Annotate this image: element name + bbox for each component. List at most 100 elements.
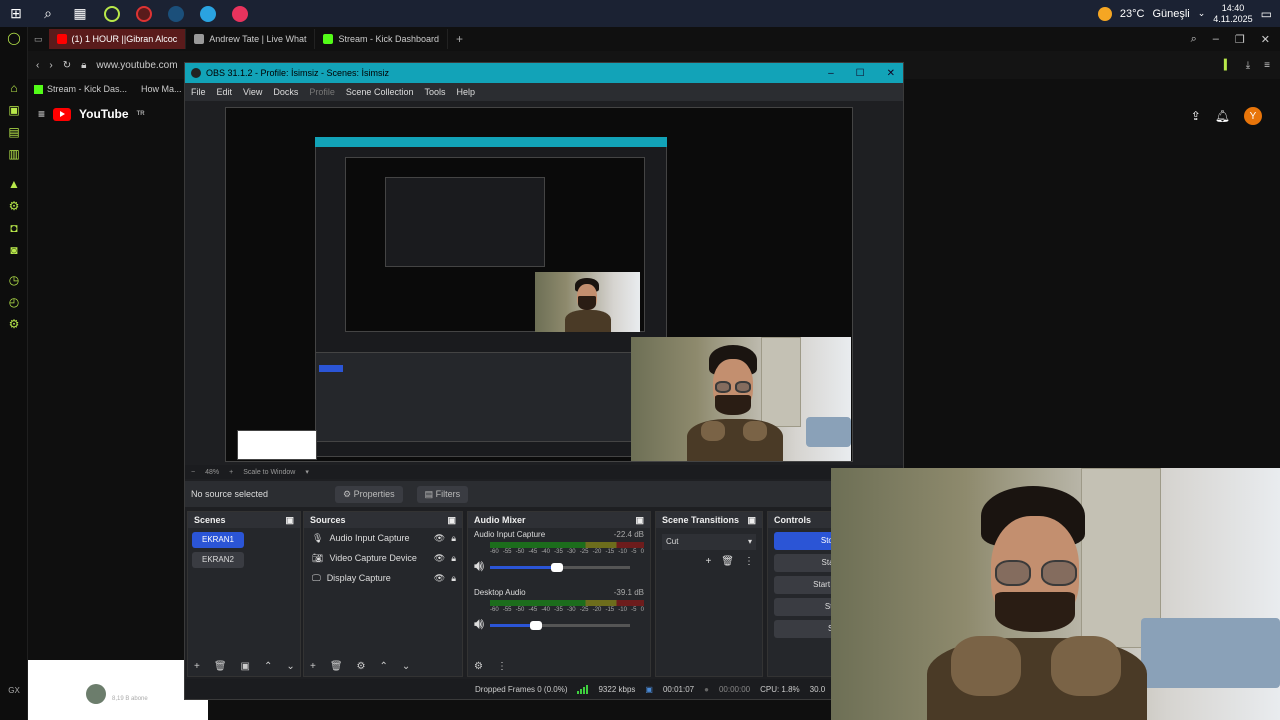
move-up-icon[interactable]: ⌃ — [380, 661, 388, 672]
bookmark-kick[interactable]: Stream - Kick Das... — [34, 84, 127, 94]
clock-icon[interactable]: ◴ — [0, 291, 28, 313]
notification-icon[interactable]: ▭ — [1261, 7, 1272, 21]
gear-icon[interactable]: ⚙ — [357, 661, 366, 672]
obs-taskbar-icon[interactable] — [128, 0, 160, 27]
source-video-capture[interactable]: 📷︎ Video Capture Device 👁︎ 🔒︎ — [304, 548, 462, 568]
gx-lightning-icon[interactable]: ▍ — [1224, 60, 1232, 71]
obs-titlebar[interactable]: OBS 31.1.2 - Profile: İsimsiz - Scenes: … — [185, 63, 903, 83]
eye-icon[interactable]: 👁︎ — [434, 553, 445, 564]
menu-tools[interactable]: Tools — [424, 87, 445, 97]
forward-icon[interactable]: › — [49, 60, 52, 71]
gx-control-icon[interactable]: ▤ — [0, 121, 28, 143]
history-icon[interactable]: ◷ — [0, 269, 28, 291]
transition-select[interactable]: Cut ▾ — [662, 534, 756, 550]
twitch-sidebar-icon[interactable]: ◙ — [0, 239, 28, 261]
opera-logo-icon[interactable]: ◯ — [0, 27, 28, 49]
tab-kick-dashboard[interactable]: Stream - Kick Dashboard — [315, 29, 449, 49]
minimize-icon[interactable]: – — [828, 68, 834, 79]
close-icon[interactable]: ✕ — [1261, 33, 1270, 46]
reload-icon[interactable]: ↻ — [63, 60, 71, 71]
download-icon[interactable]: ⤓ — [1246, 60, 1250, 71]
home-icon[interactable]: ⌂ — [0, 77, 28, 99]
speaker-icon[interactable]: 🔊︎ — [474, 558, 484, 576]
filters-button[interactable]: ▤ Filters — [416, 485, 469, 503]
menu-help[interactable]: Help — [456, 87, 475, 97]
workspaces-icon[interactable]: ▭ — [28, 34, 49, 45]
scene-ekran1[interactable]: EKRAN1 — [192, 532, 244, 548]
minimize-icon[interactable]: – — [1213, 33, 1219, 46]
volume-slider[interactable] — [490, 562, 631, 572]
youtube-logo-icon[interactable] — [53, 107, 72, 121]
menu-docks[interactable]: Docks — [273, 87, 298, 97]
undock-icon[interactable]: ▣ — [747, 515, 756, 525]
tab-andrew-tate[interactable]: Andrew Tate | Live What — [186, 29, 316, 49]
move-up-icon[interactable]: ⌃ — [264, 661, 272, 672]
video-title[interactable]: 1 HOUR ||Gibran Alco — [86, 666, 199, 678]
tab-youtube[interactable]: (1) 1 HOUR ||Gibran Alcoc — [48, 29, 187, 49]
undock-icon[interactable]: ▣ — [285, 515, 294, 525]
add-icon[interactable]: + — [194, 661, 200, 672]
move-down-icon[interactable]: ⌄ — [286, 661, 294, 672]
channel-name[interactable]: Dreamland — [112, 686, 156, 696]
discord-icon[interactable]: ◘ — [0, 217, 28, 239]
lock-icon[interactable]: 🔒︎ — [451, 573, 456, 584]
restore-icon[interactable]: ❐ — [1235, 33, 1245, 46]
opera-gx-taskbar-icon[interactable] — [96, 0, 128, 27]
bell-icon[interactable]: 🔔︎ — [1215, 109, 1230, 123]
player-icon[interactable]: ▲ — [0, 173, 28, 195]
bookmark-how-ma[interactable]: How Ma... — [141, 84, 182, 94]
chevron-up-icon[interactable]: ⌄ — [1198, 8, 1206, 19]
filter-icon[interactable]: ▣ — [241, 661, 250, 672]
volume-slider[interactable] — [490, 620, 631, 630]
windows-start-icon[interactable]: ⊞ — [0, 0, 32, 27]
task-view-icon[interactable]: ▦ — [64, 0, 96, 27]
trash-icon[interactable]: 🗑︎ — [214, 661, 227, 672]
add-icon[interactable]: + — [310, 661, 316, 672]
gear-icon[interactable]: ⚙ — [0, 313, 28, 335]
scale-mode[interactable]: Scale to Window — [243, 469, 295, 476]
properties-button[interactable]: ⚙ Properties — [335, 485, 403, 503]
menu-icon[interactable]: ≡ — [1264, 60, 1270, 71]
source-audio-input[interactable]: 🎙︎ Audio Input Capture 👁︎ 🔒︎ — [304, 528, 462, 548]
telegram-icon[interactable] — [192, 0, 224, 27]
menu-profile[interactable]: Profile — [309, 87, 335, 97]
gx-corner-icon[interactable]: ▣ — [0, 99, 28, 121]
search-tabs-icon[interactable]: ⌕ — [1191, 33, 1197, 46]
maximize-icon[interactable]: ☐ — [856, 68, 865, 79]
trash-icon[interactable]: 🗑︎ — [721, 556, 734, 567]
search-icon[interactable]: ⌕ — [32, 0, 64, 27]
avatar[interactable]: Y — [1244, 107, 1262, 125]
new-tab-button[interactable]: + — [448, 32, 471, 46]
move-down-icon[interactable]: ⌄ — [402, 661, 410, 672]
source-display-capture[interactable]: 🖵︎ Display Capture 👁︎ 🔒︎ — [304, 568, 462, 588]
twitch-icon[interactable]: ▥ — [0, 143, 28, 165]
obs-preview-canvas[interactable] — [225, 107, 853, 462]
eye-icon[interactable]: 👁︎ — [434, 573, 445, 584]
back-icon[interactable]: ‹ — [36, 60, 39, 71]
kebab-menu-icon[interactable]: ⋮ — [744, 556, 754, 567]
chevron-down-icon[interactable]: ▾ — [305, 468, 309, 476]
steam-icon[interactable] — [160, 0, 192, 27]
weather-temp[interactable]: 23°C — [1120, 8, 1145, 20]
settings-icon[interactable]: ⚙ — [0, 195, 28, 217]
menu-view[interactable]: View — [243, 87, 262, 97]
url-field[interactable]: www.youtube.com — [96, 60, 177, 71]
menu-file[interactable]: File — [191, 87, 206, 97]
channel-avatar[interactable] — [86, 684, 106, 704]
clock[interactable]: 14:40 4.11.2025 — [1213, 3, 1252, 25]
add-icon[interactable]: + — [705, 556, 711, 567]
hamburger-menu-icon[interactable]: ≡ — [38, 107, 45, 121]
scene-ekran2[interactable]: EKRAN2 — [192, 552, 244, 568]
undock-icon[interactable]: ▣ — [447, 515, 456, 525]
media-player-icon[interactable] — [224, 0, 256, 27]
trash-icon[interactable]: 🗑︎ — [330, 661, 343, 672]
menu-edit[interactable]: Edit — [217, 87, 233, 97]
speaker-icon[interactable]: 🔊︎ — [474, 616, 484, 634]
kebab-menu-icon[interactable]: ⋮ — [497, 661, 507, 672]
zoom-out-button[interactable]: − — [191, 469, 195, 476]
lock-icon[interactable]: 🔒︎ — [451, 553, 456, 564]
upload-icon[interactable]: ⇪ — [1191, 109, 1201, 123]
eye-icon[interactable]: 👁︎ — [434, 533, 445, 544]
lock-icon[interactable]: 🔒︎ — [451, 533, 456, 544]
undock-icon[interactable]: ▣ — [635, 515, 644, 525]
